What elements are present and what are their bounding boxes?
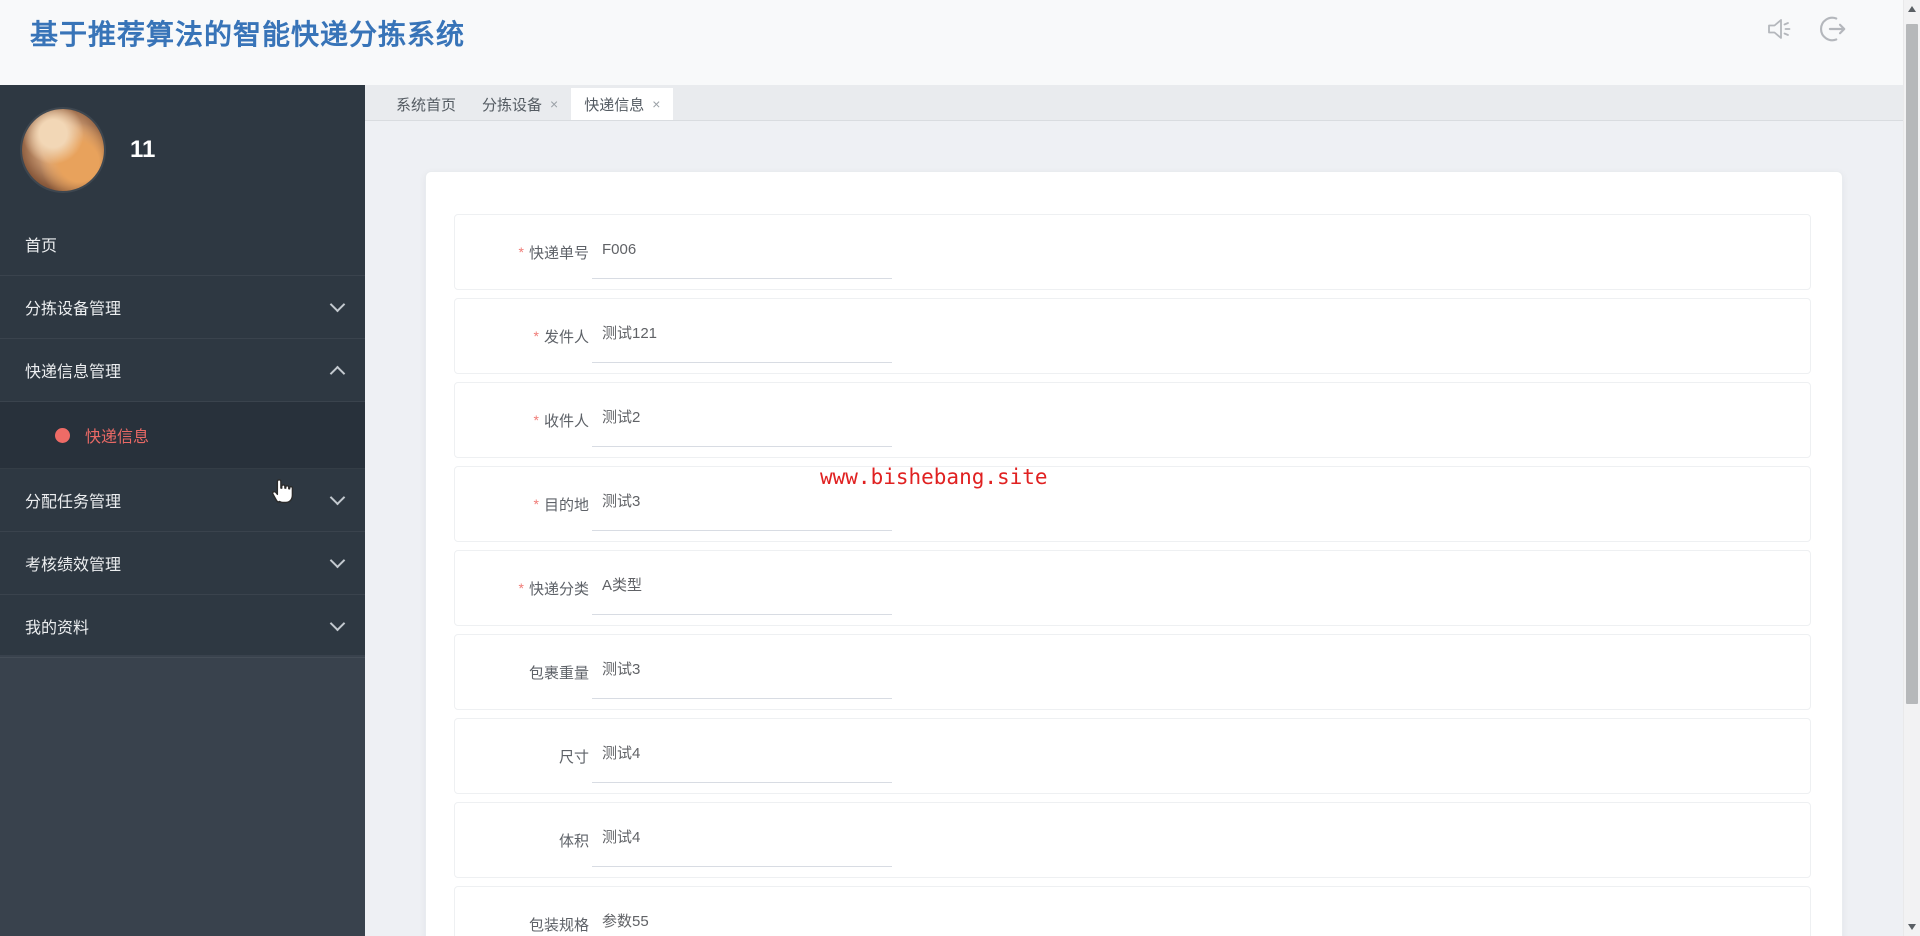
form-label-text: 收件人 — [543, 412, 589, 430]
sidebar-item-label: 考核绩效管理 — [25, 557, 122, 574]
tab[interactable]: 分拣设备 × — [469, 88, 571, 120]
main-content: * 快递单号 F006 * 发件人 测试121 * 收件人 测试2 * 目的地 … — [365, 121, 1903, 936]
form-row: * 快递分类 A类型 — [454, 550, 1811, 626]
form-label-text: 包装规格 — [528, 916, 589, 934]
chevron-down-icon — [329, 552, 346, 569]
form-label-text: 发件人 — [543, 328, 589, 346]
form-label-text: 快递分类 — [528, 580, 589, 598]
chevron-down-icon — [329, 365, 346, 381]
form-input[interactable]: 测试3 — [592, 485, 892, 531]
user-profile: 11 — [0, 85, 365, 201]
chevron-down-icon — [329, 615, 346, 632]
form-row: 体积 测试4 — [454, 802, 1811, 878]
sidebar-menu: 首页 分拣设备管理 快递信息管理 快递信息 分配任务管理 考核绩效管理 我的资料 — [0, 213, 365, 658]
watermark: www.bishebang.site — [820, 465, 1048, 489]
form-label: * 快递分类 — [455, 578, 589, 599]
form-label: * 收件人 — [455, 410, 589, 431]
required-asterisk: * — [533, 496, 539, 512]
form-input[interactable]: 测试3 — [592, 653, 892, 699]
tab[interactable]: 系统首页 — [383, 88, 469, 120]
form-card: * 快递单号 F006 * 发件人 测试121 * 收件人 测试2 * 目的地 … — [425, 171, 1843, 936]
active-dot-icon — [55, 428, 70, 443]
sidebar-item-label: 分拣设备管理 — [25, 301, 122, 318]
form-input[interactable]: 测试121 — [592, 317, 892, 363]
sidebar-item[interactable]: 分拣设备管理 — [0, 276, 365, 339]
tab[interactable]: 快递信息 × — [571, 88, 674, 120]
form-input[interactable]: A类型 — [592, 569, 892, 615]
sidebar-item[interactable]: 首页 — [0, 213, 365, 276]
sidebar-item[interactable]: 考核绩效管理 — [0, 532, 365, 595]
sidebar-item-label: 分配任务管理 — [25, 494, 122, 511]
form-row: * 收件人 测试2 — [454, 382, 1811, 458]
sidebar-menu-panel: 11 首页 分拣设备管理 快递信息管理 快递信息 分配任务管理 考核绩效管理 我… — [0, 85, 365, 658]
username: 11 — [130, 135, 156, 163]
form-label-text: 尺寸 — [558, 748, 589, 766]
tab-close-icon[interactable]: × — [550, 96, 558, 112]
form-label: * 快递单号 — [455, 242, 589, 263]
sidebar: 11 首页 分拣设备管理 快递信息管理 快递信息 分配任务管理 考核绩效管理 我… — [0, 85, 365, 936]
required-asterisk: * — [533, 412, 539, 428]
form-row: * 快递单号 F006 — [454, 214, 1811, 290]
form-label-text: 包裹重量 — [528, 664, 589, 682]
tab-label: 快递信息 — [584, 96, 645, 114]
tab-label: 分拣设备 — [482, 96, 543, 114]
chevron-down-icon — [329, 296, 346, 313]
required-asterisk: * — [533, 328, 539, 344]
scroll-down-arrow-icon[interactable] — [1908, 924, 1916, 930]
form-input[interactable]: 测试2 — [592, 401, 892, 447]
sidebar-item-label: 快递信息 — [85, 429, 150, 446]
form-input[interactable]: 测试4 — [592, 821, 892, 867]
form-row: 包装规格 参数55 — [454, 886, 1811, 936]
sidebar-item-label: 我的资料 — [25, 620, 90, 637]
tab-label: 系统首页 — [396, 96, 457, 114]
app-header: 基于推荐算法的智能快递分拣系统 — [0, 0, 1920, 85]
scrollbar-thumb[interactable] — [1906, 24, 1918, 704]
form-label: * 目的地 — [455, 494, 589, 515]
avatar — [22, 108, 104, 191]
tab-close-icon[interactable]: × — [652, 96, 660, 112]
sidebar-item[interactable]: 我的资料 — [0, 595, 365, 658]
sidebar-item-label: 快递信息管理 — [25, 364, 122, 381]
form-row: * 目的地 测试3 — [454, 466, 1811, 542]
form-label-text: 目的地 — [543, 496, 589, 514]
logout-icon[interactable] — [1816, 13, 1848, 50]
required-asterisk: * — [518, 580, 524, 596]
sidebar-item[interactable]: 快递信息管理 — [0, 339, 365, 402]
form-row: 包裹重量 测试3 — [454, 634, 1811, 710]
form-label-text: 快递单号 — [528, 244, 589, 262]
app-title: 基于推荐算法的智能快递分拣系统 — [30, 19, 466, 50]
form-label: * 发件人 — [455, 326, 589, 347]
form-input[interactable]: 测试4 — [592, 737, 892, 783]
scroll-up-arrow-icon[interactable] — [1908, 6, 1916, 12]
sidebar-item[interactable]: 分配任务管理 — [0, 469, 365, 532]
sidebar-item-label: 首页 — [25, 238, 58, 255]
form-label: 包裹重量 — [455, 662, 589, 683]
form-label: 尺寸 — [455, 746, 589, 767]
form-input[interactable]: 参数55 — [592, 905, 892, 936]
required-asterisk: * — [518, 244, 524, 260]
speaker-icon[interactable] — [1764, 15, 1794, 48]
form-label: 体积 — [455, 830, 589, 851]
form-row: 尺寸 测试4 — [454, 718, 1811, 794]
chevron-down-icon — [329, 489, 346, 506]
form-label-text: 体积 — [558, 832, 589, 850]
scrollbar[interactable] — [1903, 0, 1920, 936]
form-label: 包装规格 — [455, 914, 589, 935]
tab-bar: 系统首页 分拣设备 × 快递信息 × — [365, 85, 1903, 121]
sidebar-item[interactable]: 快递信息 — [0, 402, 365, 469]
form-input[interactable]: F006 — [592, 233, 892, 279]
form-row: * 发件人 测试121 — [454, 298, 1811, 374]
